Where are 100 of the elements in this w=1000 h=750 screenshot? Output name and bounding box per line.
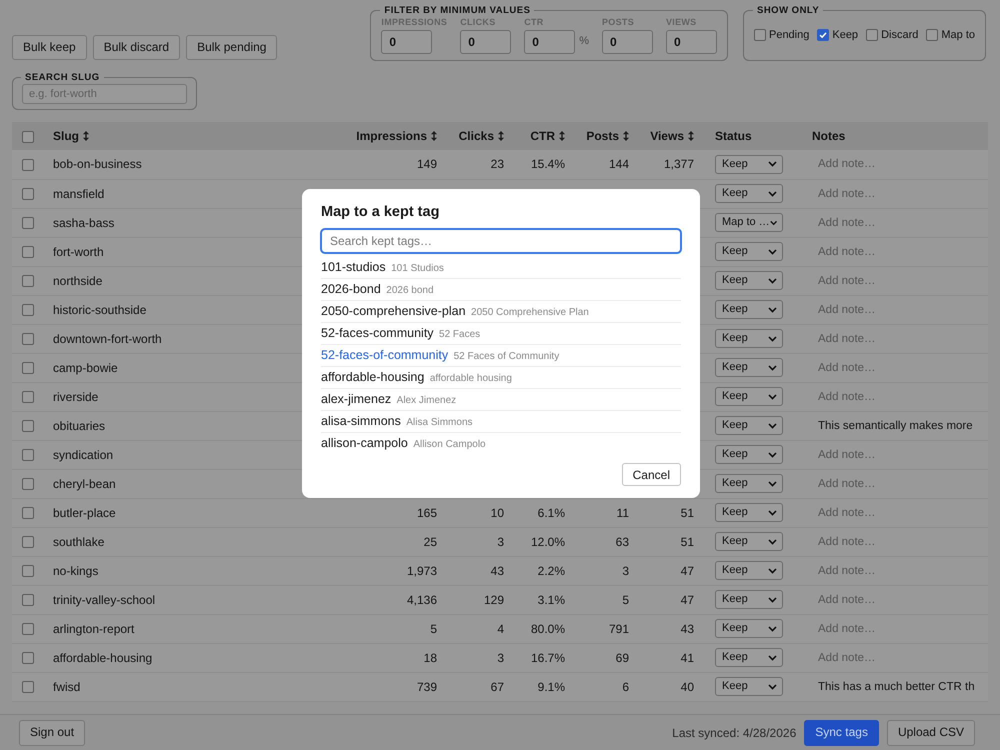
- checkbox-label[interactable]: Keep: [832, 26, 858, 44]
- note-field[interactable]: Add note…: [812, 532, 984, 552]
- row-checkbox[interactable]: [22, 420, 34, 432]
- note-field[interactable]: Add note…: [812, 300, 984, 320]
- search-field[interactable]: Search kept tags…: [321, 229, 681, 253]
- sort-icon[interactable]: [559, 131, 565, 141]
- checkbox-label[interactable]: Map to: [941, 26, 975, 44]
- note-field[interactable]: Add note…: [812, 618, 984, 638]
- column-header[interactable]: Clicks: [458, 129, 494, 143]
- bulk-action-button[interactable]: Bulk discard: [92, 34, 180, 60]
- status-select[interactable]: Keep: [715, 648, 783, 667]
- min-value-field[interactable]: 0: [666, 30, 717, 54]
- status-select[interactable]: Keep: [715, 329, 783, 348]
- filter-checkbox[interactable]: [926, 29, 938, 41]
- note-field[interactable]: Add note…: [812, 474, 984, 494]
- bulk-action-button[interactable]: Bulk keep: [12, 34, 87, 60]
- row-checkbox[interactable]: [22, 362, 34, 374]
- tag-option[interactable]: 2026-bond 2026 bond: [321, 279, 681, 301]
- note-field[interactable]: Add note…: [812, 590, 984, 610]
- tag-option[interactable]: affordable-housing affordable housing: [321, 367, 681, 389]
- status-select[interactable]: Keep: [715, 271, 783, 290]
- row-checkbox[interactable]: [22, 594, 34, 606]
- status-select[interactable]: Keep: [715, 445, 783, 464]
- status-select[interactable]: Keep: [715, 474, 783, 493]
- search-field[interactable]: e.g. fort-worth: [22, 84, 187, 104]
- row-checkbox[interactable]: [22, 275, 34, 288]
- row-checkbox[interactable]: [22, 304, 34, 316]
- min-value-field[interactable]: 0: [460, 30, 512, 54]
- status-select[interactable]: Keep: [715, 242, 783, 261]
- min-value-field[interactable]: 0: [381, 30, 432, 54]
- note-field[interactable]: Add note…: [812, 648, 984, 668]
- row-checkbox[interactable]: [22, 391, 34, 404]
- row-checkbox[interactable]: [22, 565, 34, 578]
- note-field[interactable]: Add note…: [812, 328, 984, 348]
- row-checkbox[interactable]: [22, 188, 34, 200]
- status-select[interactable]: Keep: [715, 561, 783, 580]
- sort-icon[interactable]: [688, 131, 694, 141]
- status-select[interactable]: Keep: [715, 590, 783, 609]
- sort-icon[interactable]: [431, 131, 437, 141]
- sort-icon[interactable]: [623, 131, 629, 141]
- column-header[interactable]: Impressions: [356, 129, 427, 143]
- filter-checkbox[interactable]: [754, 29, 766, 41]
- row-checkbox[interactable]: [22, 159, 34, 172]
- note-field[interactable]: Add note…: [812, 560, 984, 580]
- row-checkbox[interactable]: [22, 449, 34, 462]
- sync-button[interactable]: Sync tags: [804, 720, 879, 746]
- status-select[interactable]: Keep: [715, 300, 783, 319]
- filter-checkbox[interactable]: [817, 29, 830, 41]
- filter-checkbox[interactable]: [866, 29, 878, 41]
- note-field[interactable]: This semantically makes more: [812, 416, 984, 436]
- sign-out-button[interactable]: Sign out: [19, 720, 86, 746]
- tag-option[interactable]: 2050-comprehensive-plan 2050 Comprehensive Plan: [321, 301, 681, 323]
- row-checkbox[interactable]: [22, 652, 34, 664]
- note-field[interactable]: Add note…: [812, 502, 984, 522]
- tag-option[interactable]: 52-faces-community 52 Faces: [321, 323, 681, 345]
- note-field[interactable]: Add note…: [812, 270, 984, 290]
- sort-icon[interactable]: [83, 131, 89, 141]
- upload-button[interactable]: Upload CSV: [886, 720, 975, 746]
- row-checkbox[interactable]: [22, 333, 34, 346]
- column-header[interactable]: Views: [650, 129, 684, 143]
- note-field[interactable]: Add note…: [812, 242, 984, 262]
- status-select[interactable]: Keep: [715, 416, 783, 435]
- row-checkbox[interactable]: [22, 478, 34, 490]
- note-field[interactable]: Add note…: [812, 358, 984, 378]
- tag-option[interactable]: alisa-simmons Alisa Simmons: [321, 411, 681, 433]
- note-field[interactable]: Add note…: [812, 154, 984, 174]
- tag-option[interactable]: 52-faces-of-community 52 Faces of Community: [321, 345, 681, 367]
- tag-option[interactable]: 101-studios 101 Studios: [321, 257, 681, 279]
- status-select[interactable]: Keep: [715, 358, 783, 377]
- select-all-checkbox[interactable]: [22, 130, 34, 143]
- status-select[interactable]: Keep: [715, 619, 783, 638]
- row-checkbox[interactable]: [22, 246, 34, 258]
- bulk-action-button[interactable]: Bulk pending: [186, 34, 278, 60]
- sort-icon[interactable]: [498, 131, 504, 141]
- checkbox-label[interactable]: Discard: [881, 26, 918, 44]
- status-select[interactable]: Keep: [715, 387, 783, 406]
- status-select[interactable]: Map to …: [715, 213, 783, 232]
- cancel-button[interactable]: Cancel: [622, 463, 681, 486]
- row-checkbox[interactable]: [22, 507, 34, 520]
- note-field[interactable]: This has a much better CTR th: [812, 676, 984, 696]
- status-select[interactable]: Keep: [715, 677, 783, 696]
- status-select[interactable]: Keep: [715, 503, 783, 522]
- min-value-field[interactable]: 0: [524, 30, 576, 54]
- tag-option[interactable]: alex-jimenez Alex Jimenez: [321, 389, 681, 411]
- checkbox-label[interactable]: Pending: [768, 26, 810, 44]
- row-checkbox[interactable]: [22, 623, 34, 636]
- status-select[interactable]: Keep: [715, 532, 783, 551]
- status-select[interactable]: Keep: [715, 184, 783, 203]
- note-field[interactable]: Add note…: [812, 386, 984, 406]
- row-checkbox[interactable]: [22, 217, 34, 230]
- tag-option[interactable]: allison-campolo Allison Campolo: [321, 433, 681, 455]
- column-header[interactable]: Posts: [586, 129, 619, 143]
- min-value-field[interactable]: 0: [602, 30, 653, 54]
- note-field[interactable]: Add note…: [812, 184, 984, 204]
- row-checkbox[interactable]: [22, 536, 34, 548]
- note-field[interactable]: Add note…: [812, 444, 984, 464]
- status-select[interactable]: Keep: [715, 154, 783, 174]
- column-header[interactable]: CTR: [530, 129, 555, 143]
- note-field[interactable]: Add note…: [812, 212, 984, 232]
- row-checkbox[interactable]: [22, 681, 34, 694]
